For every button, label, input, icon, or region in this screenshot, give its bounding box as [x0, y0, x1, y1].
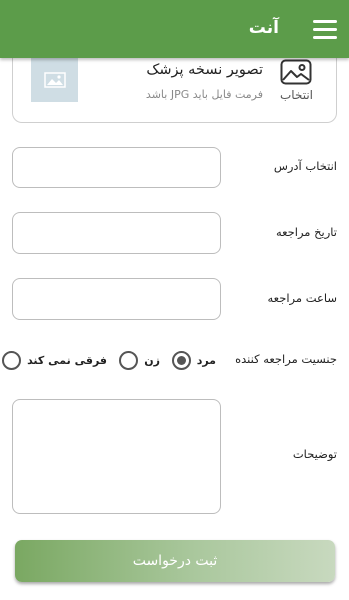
prescription-upload-card: تصویر نسخه پزشک فرمت فایل باید JPG باشد …: [12, 52, 337, 123]
gender-option-label: مرد: [196, 353, 216, 367]
submit-label: ثبت درخواست: [132, 553, 218, 569]
gender-radio-group: مرد زن فرقی نمی کند: [0, 349, 349, 371]
radio-unchecked-icon[interactable]: [119, 350, 139, 370]
date-field[interactable]: [12, 212, 221, 254]
image-placeholder-icon: [31, 58, 78, 102]
gender-option-label: فرقی نمی کند: [27, 353, 107, 367]
gender-option-any[interactable]: فرقی نمی کند: [2, 349, 107, 371]
time-label: ساعت مراجعه: [267, 291, 337, 305]
address-field[interactable]: [12, 147, 221, 188]
app-bar: آنت: [0, 0, 349, 58]
gender-option-male[interactable]: مرد: [171, 349, 216, 371]
address-label: انتخاب آدرس: [273, 159, 337, 173]
gender-option-female[interactable]: زن: [119, 349, 160, 371]
time-field[interactable]: [12, 278, 221, 320]
pick-image-button[interactable]: انتخاب: [280, 88, 313, 102]
upload-title: تصویر نسخه پزشک: [146, 62, 263, 78]
gender-option-label: زن: [144, 353, 160, 367]
submit-request-button[interactable]: ثبت درخواست: [15, 540, 335, 582]
radio-checked-icon[interactable]: [171, 350, 191, 370]
radio-unchecked-icon[interactable]: [2, 350, 22, 370]
hamburger-menu-icon[interactable]: [311, 18, 337, 40]
notes-label: توضیحات: [292, 447, 337, 461]
app-title: آنت: [248, 18, 279, 38]
image-icon[interactable]: [280, 59, 312, 85]
notes-textarea[interactable]: [12, 399, 221, 514]
upload-format-hint: فرمت فایل باید JPG باشد: [145, 88, 263, 101]
date-label: تاریخ مراجعه: [275, 225, 337, 239]
